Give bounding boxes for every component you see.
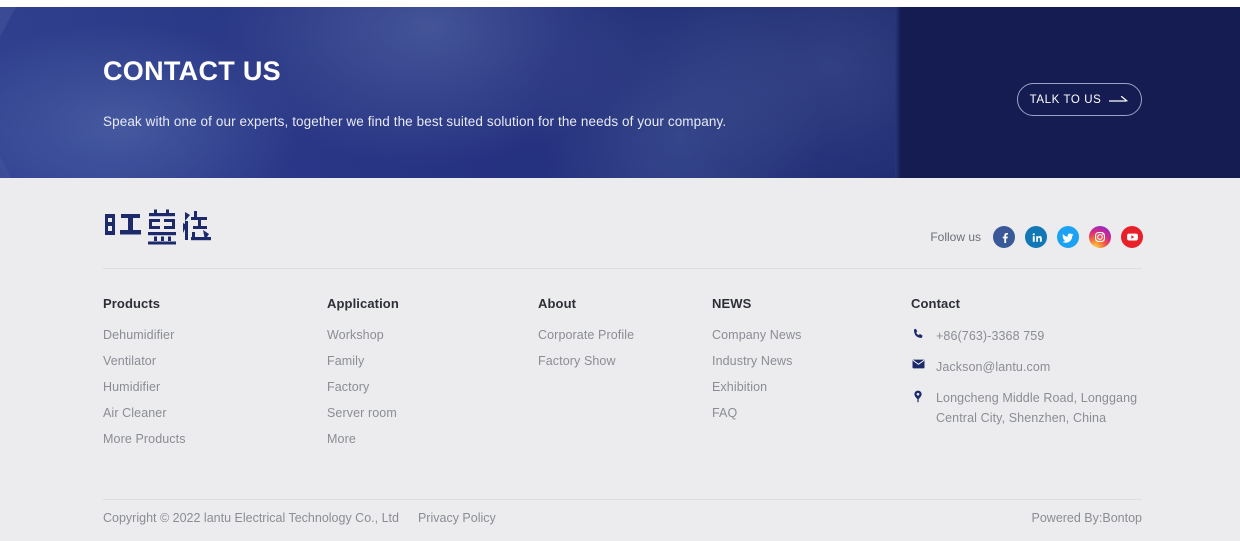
arrow-right-icon xyxy=(1109,95,1129,104)
footer-link-industry-news[interactable]: Industry News xyxy=(712,354,892,368)
footer-link-workshop[interactable]: Workshop xyxy=(327,328,527,342)
contact-phone-row[interactable]: +86(763)-3368 759 xyxy=(911,326,1151,346)
follow-us-group: Follow us xyxy=(930,226,1143,248)
footer-link-ventilator[interactable]: Ventilator xyxy=(103,354,303,368)
contact-hero-banner: CONTACT US Speak with one of our experts… xyxy=(0,7,1240,178)
footer-divider-bottom xyxy=(103,499,1142,500)
column-title-contact: Contact xyxy=(911,296,1151,311)
footer-link-more-products[interactable]: More Products xyxy=(103,432,303,446)
footer-link-more[interactable]: More xyxy=(327,432,527,446)
column-title-application: Application xyxy=(327,296,527,311)
column-title-about: About xyxy=(538,296,698,311)
brand-logo[interactable] xyxy=(103,208,227,253)
contact-address-row: Longcheng Middle Road, Longgang Central … xyxy=(911,388,1151,428)
follow-us-label: Follow us xyxy=(930,230,981,244)
footer-link-exhibition[interactable]: Exhibition xyxy=(712,380,892,394)
contact-email-row[interactable]: Jackson@lantu.com xyxy=(911,357,1151,377)
footer-link-air-cleaner[interactable]: Air Cleaner xyxy=(103,406,303,420)
footer-link-faq[interactable]: FAQ xyxy=(712,406,892,420)
talk-to-us-label: TALK TO US xyxy=(1030,94,1102,106)
footer-column-application: Application Workshop Family Factory Serv… xyxy=(327,296,527,458)
footer-bottom-bar: Copyright © 2022 lantu Electrical Techno… xyxy=(103,511,1142,525)
footer-column-products: Products Dehumidifier Ventilator Humidif… xyxy=(103,296,303,458)
hero-subtitle: Speak with one of our experts, together … xyxy=(103,114,726,129)
footer-column-contact: Contact +86(763)-3368 759 Jackson@lantu.… xyxy=(911,296,1151,439)
footer-link-server-room[interactable]: Server room xyxy=(327,406,527,420)
column-title-products: Products xyxy=(103,296,303,311)
facebook-icon[interactable] xyxy=(993,226,1015,248)
envelope-icon xyxy=(911,357,925,369)
footer-column-news: NEWS Company News Industry News Exhibiti… xyxy=(712,296,892,432)
location-pin-icon xyxy=(911,388,925,403)
footer-link-family[interactable]: Family xyxy=(327,354,527,368)
footer-divider-top xyxy=(103,268,1142,269)
linkedin-icon[interactable] xyxy=(1025,226,1047,248)
footer-link-dehumidifier[interactable]: Dehumidifier xyxy=(103,328,303,342)
page-root: CONTACT US Speak with one of our experts… xyxy=(0,0,1240,541)
talk-to-us-button[interactable]: TALK TO US xyxy=(1017,83,1142,116)
contact-phone-value: +86(763)-3368 759 xyxy=(936,326,1044,346)
contact-email-value: Jackson@lantu.com xyxy=(936,357,1050,377)
privacy-policy-link[interactable]: Privacy Policy xyxy=(418,511,496,525)
footer-link-humidifier[interactable]: Humidifier xyxy=(103,380,303,394)
copyright-text: Copyright © 2022 lantu Electrical Techno… xyxy=(103,511,399,525)
footer-link-factory-show[interactable]: Factory Show xyxy=(538,354,698,368)
footer-link-factory[interactable]: Factory xyxy=(327,380,527,394)
instagram-icon[interactable] xyxy=(1089,226,1111,248)
column-title-news: NEWS xyxy=(712,296,892,311)
page-title: CONTACT US xyxy=(103,58,281,85)
site-footer: Follow us Prod xyxy=(0,178,1240,541)
top-strip xyxy=(0,0,1240,7)
footer-column-about: About Corporate Profile Factory Show xyxy=(538,296,698,380)
youtube-icon[interactable] xyxy=(1121,226,1143,248)
footer-logo-row: Follow us xyxy=(103,208,1143,270)
contact-address-value: Longcheng Middle Road, Longgang Central … xyxy=(936,388,1151,428)
lantu-logo-icon xyxy=(103,208,227,248)
footer-link-corporate-profile[interactable]: Corporate Profile xyxy=(538,328,698,342)
twitter-icon[interactable] xyxy=(1057,226,1079,248)
powered-by-text: Powered By:Bontop xyxy=(1032,511,1143,525)
phone-icon xyxy=(911,326,925,340)
footer-link-company-news[interactable]: Company News xyxy=(712,328,892,342)
